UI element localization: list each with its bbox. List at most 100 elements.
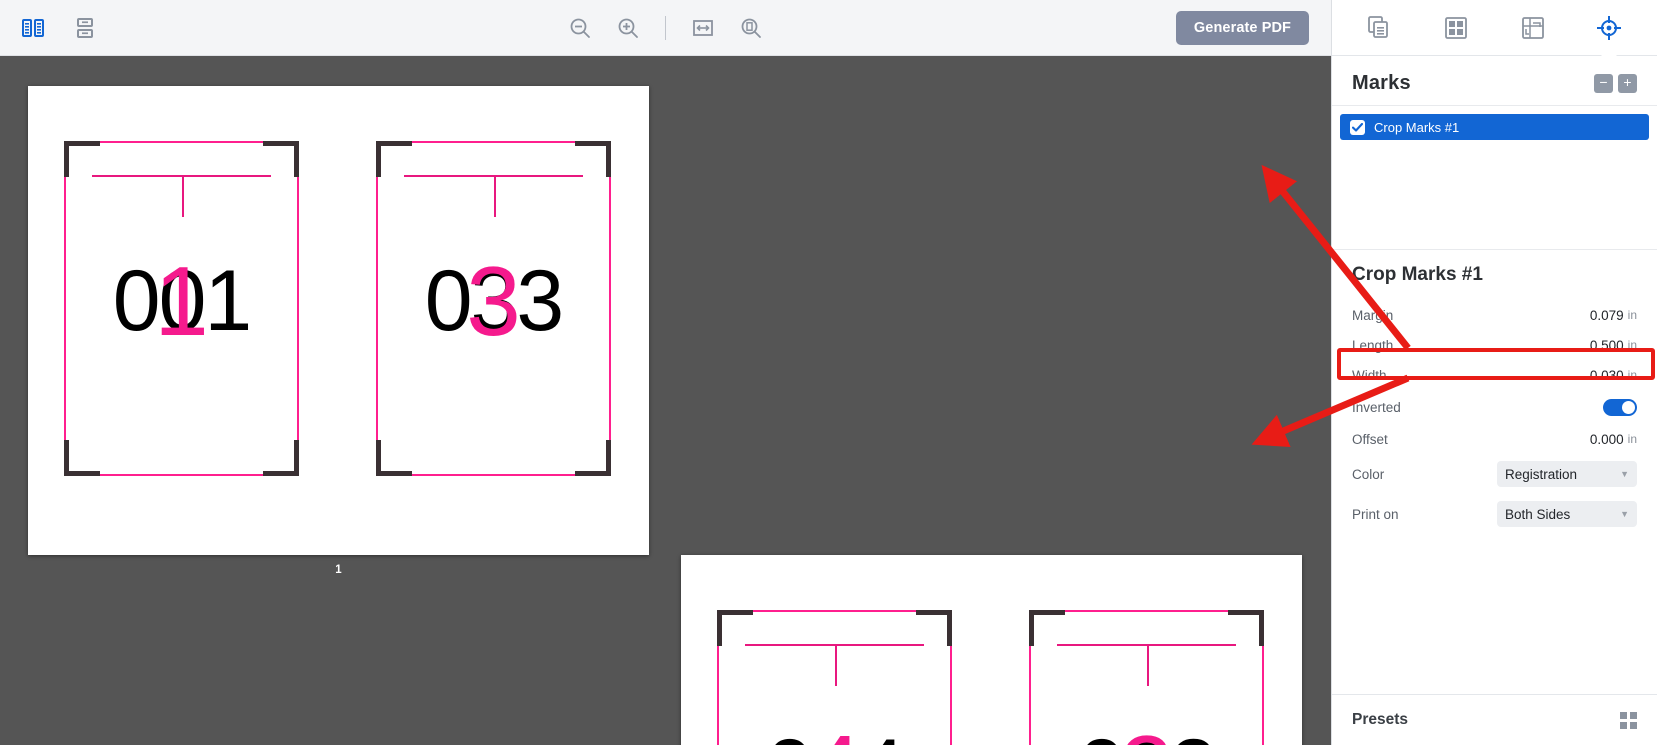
property-label: Offset: [1352, 431, 1388, 447]
page-number-pink: 3: [466, 246, 521, 356]
imposed-page[interactable]: 033 3: [376, 141, 611, 476]
app-root: Generate PDF 001 1 033 3 1 Marks − + Cro…: [0, 0, 1657, 745]
page-number-group: 001 1: [64, 252, 299, 350]
sheet[interactable]: 044 4 002: [681, 555, 1302, 745]
crop-mark: [606, 440, 611, 476]
add-mark-button[interactable]: +: [1618, 74, 1637, 93]
property-label: Color: [1352, 466, 1385, 482]
presets-title: Presets: [1352, 711, 1409, 728]
property-label: Margin: [1352, 307, 1394, 323]
fit-width-icon[interactable]: [688, 13, 718, 43]
chevron-down-icon: ▼: [1620, 509, 1629, 519]
remove-mark-button[interactable]: −: [1594, 74, 1613, 93]
crop-mark: [294, 141, 299, 177]
property-label: Inverted: [1352, 399, 1401, 415]
crop-mark: [717, 610, 753, 615]
property-margin: Margin 0.079 in: [1352, 300, 1637, 330]
crop-mark: [947, 610, 952, 646]
registration-mark-vertical: [834, 644, 837, 686]
page-number-pink: 1: [154, 246, 209, 356]
zoom-out-icon[interactable]: [565, 13, 595, 43]
property-value[interactable]: 0.030: [1590, 368, 1624, 383]
list-item[interactable]: Crop Marks #1: [1340, 114, 1649, 140]
registration-mark-vertical: [1146, 644, 1149, 686]
property-unit: in: [1627, 308, 1637, 322]
presets-section: Presets: [1332, 694, 1657, 745]
tab-pages[interactable]: [1357, 8, 1403, 48]
mark-name: Crop Marks #1: [1374, 119, 1460, 135]
top-toolbar: Generate PDF: [0, 0, 1331, 56]
imposed-page[interactable]: 002 2: [1029, 610, 1264, 745]
page-number-group: 033 3: [376, 252, 611, 350]
marks-list: Crop Marks #1: [1332, 105, 1657, 201]
mark-properties: Crop Marks #1 Margin 0.079 in Length 0.5…: [1332, 249, 1657, 534]
toolbar-zoom-group: [0, 0, 1331, 56]
property-value[interactable]: 0.500: [1590, 338, 1624, 353]
crop-mark: [1029, 610, 1065, 615]
crop-mark: [64, 141, 69, 177]
property-color: Color Registration ▼: [1352, 454, 1637, 494]
property-label: Width: [1352, 367, 1387, 383]
sheet-label: 1: [335, 564, 342, 576]
crop-mark: [294, 440, 299, 476]
property-offset: Offset 0.000 in: [1352, 424, 1637, 454]
property-value[interactable]: 0.079: [1590, 308, 1624, 323]
property-value[interactable]: 0.000: [1590, 432, 1624, 447]
crop-mark: [1259, 610, 1264, 646]
crop-mark: [376, 471, 412, 476]
print-on-select[interactable]: Both Sides ▼: [1497, 501, 1637, 527]
property-unit: in: [1627, 338, 1637, 352]
sheet[interactable]: 001 1 033 3 1: [28, 86, 649, 576]
color-select-value: Registration: [1505, 466, 1578, 482]
crop-mark: [64, 440, 69, 476]
property-label: Print on: [1352, 506, 1399, 522]
property-unit: in: [1627, 368, 1637, 382]
property-length: Length 0.500 in: [1352, 330, 1637, 360]
chevron-down-icon: ▼: [1620, 469, 1629, 479]
inverted-toggle[interactable]: [1603, 398, 1637, 416]
toolbar-right-group: Generate PDF: [1175, 10, 1331, 45]
registration-mark-vertical: [493, 175, 496, 217]
crop-mark: [606, 141, 611, 177]
spread-view-icon[interactable]: [18, 13, 48, 43]
imposed-page[interactable]: 044 4: [717, 610, 952, 745]
toolbar-left-group: [0, 13, 100, 43]
main-area: Generate PDF 001 1 033 3 1: [0, 0, 1331, 745]
tab-layout[interactable]: [1433, 8, 1479, 48]
crop-mark: [1029, 610, 1034, 646]
property-width: Width 0.030 in: [1352, 360, 1637, 390]
property-unit: in: [1627, 432, 1637, 446]
crop-mark: [717, 610, 722, 646]
stacked-view-icon[interactable]: [70, 13, 100, 43]
crop-mark: [64, 141, 100, 146]
marks-actions: − +: [1594, 74, 1637, 93]
page-number-group: 044 4: [717, 721, 952, 745]
crop-mark: [64, 471, 100, 476]
grid-presets-icon[interactable]: [1620, 711, 1637, 729]
tab-imposition[interactable]: [1510, 8, 1556, 48]
registration-mark-vertical: [181, 175, 184, 217]
imposition-canvas[interactable]: 001 1 033 3 1: [0, 56, 1331, 745]
color-select[interactable]: Registration ▼: [1497, 461, 1637, 487]
property-inverted: Inverted: [1352, 390, 1637, 424]
print-on-select-value: Both Sides: [1505, 506, 1571, 522]
zoom-in-icon[interactable]: [613, 13, 643, 43]
page-number-group: 002 2: [1029, 721, 1264, 745]
page-title: Marks: [1352, 72, 1411, 94]
checkbox-icon[interactable]: [1350, 119, 1365, 135]
fit-page-icon[interactable]: [736, 13, 766, 43]
panel-tab-bar: [1332, 0, 1657, 56]
right-panel: Marks − + Crop Marks #1 Crop Marks #1 Ma…: [1331, 0, 1657, 745]
crop-mark: [376, 141, 381, 177]
property-print-on: Print on Both Sides ▼: [1352, 494, 1637, 534]
crop-mark: [376, 440, 381, 476]
toggle-knob: [1622, 400, 1635, 414]
panel-header: Marks − +: [1332, 56, 1657, 105]
imposed-page[interactable]: 001 1: [64, 141, 299, 476]
generate-pdf-button[interactable]: Generate PDF: [1175, 10, 1309, 45]
property-label: Length: [1352, 337, 1394, 353]
properties-title: Crop Marks #1: [1352, 264, 1483, 285]
page-number-pink: 2: [1119, 721, 1174, 745]
tab-marks[interactable]: [1586, 8, 1632, 48]
toolbar-divider: [665, 16, 666, 40]
